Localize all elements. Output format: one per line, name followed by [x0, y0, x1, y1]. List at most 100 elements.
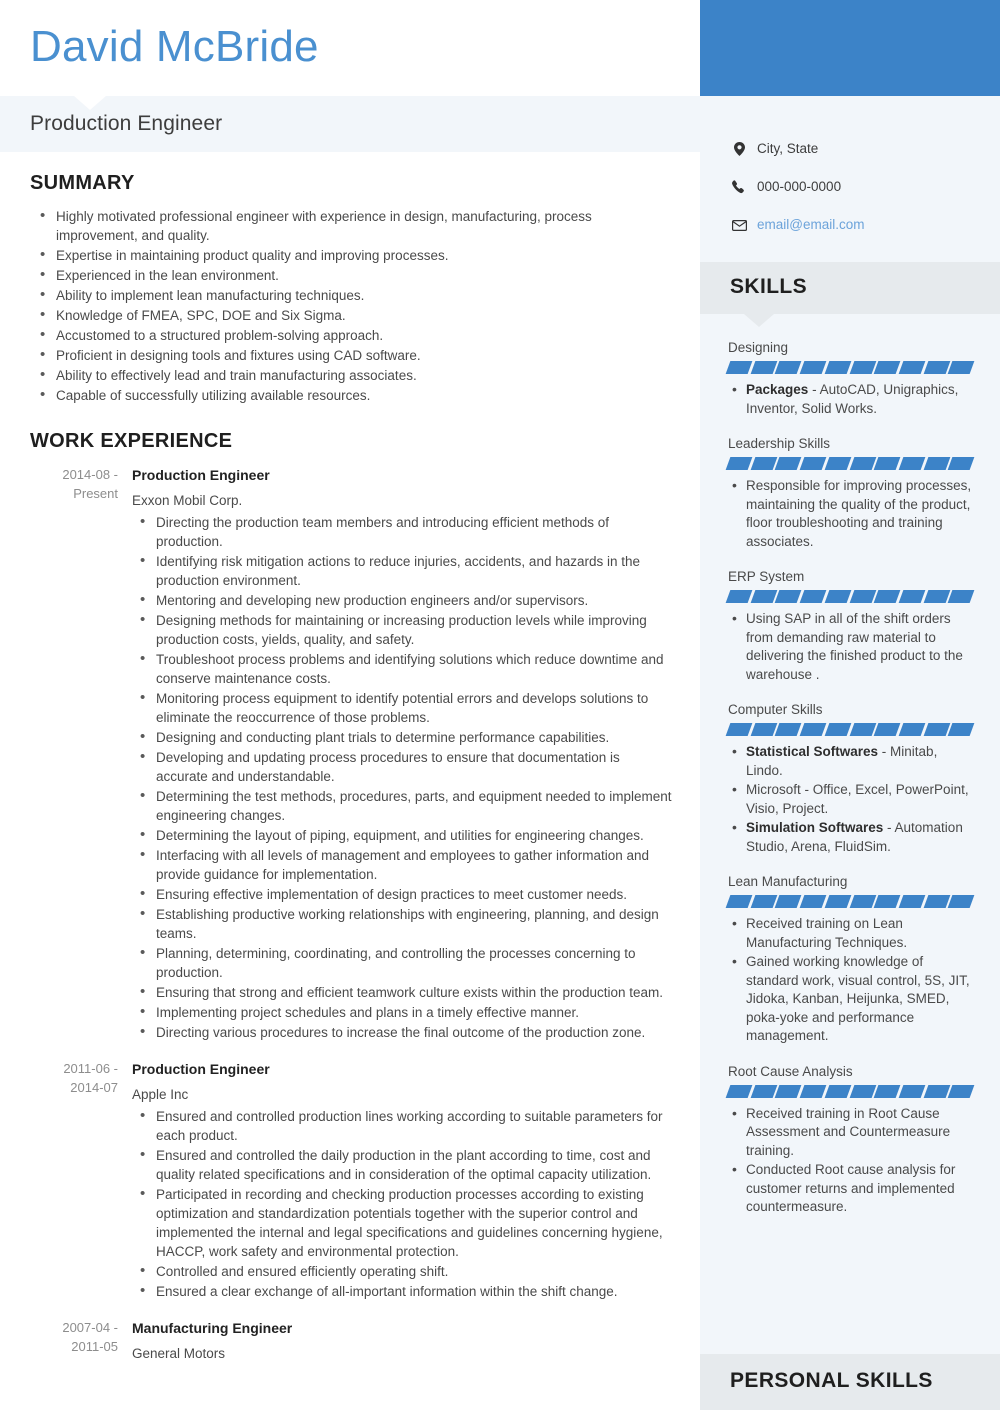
work-entry-bullet: Participated in recording and checking p… — [132, 1184, 675, 1261]
work-entry-bullet: Mentoring and developing new production … — [132, 590, 675, 610]
work-entry-body: Production Engineer Apple Inc Ensured and … — [132, 1059, 675, 1302]
envelope-icon — [730, 217, 748, 233]
work-entry-role: Manufacturing Engineer — [132, 1320, 293, 1336]
skill-item: Conducted Root cause analysis for custom… — [732, 1160, 972, 1217]
skills-band: SKILLS — [700, 262, 1000, 327]
skill-meter-segment — [947, 895, 975, 908]
skill-group-label: Leadership Skills — [728, 436, 831, 451]
work-entry-bullet: Implementing project schedules and plans… — [132, 1002, 675, 1022]
skill-meter-segment — [750, 457, 777, 470]
skill-item: Simulation Softwares - Automation Studio… — [732, 818, 972, 856]
job-title-band: Production Engineer — [0, 96, 700, 152]
skill-meter-segment — [725, 457, 753, 470]
skill-meter-segment — [725, 1084, 753, 1098]
skill-meter-segment — [725, 590, 753, 603]
skill-meter-segment — [947, 1084, 975, 1098]
skill-meter-segment — [775, 1084, 802, 1098]
summary-section: SUMMARY Highly motivated professional en… — [30, 172, 675, 406]
work-entry-organization: General Motors — [132, 1346, 226, 1361]
skill-meter-segment — [873, 590, 901, 603]
personal-skills-heading: PERSONAL SKILLS — [730, 1369, 933, 1392]
work-entry-dates: 2007-04 - 2011-05 — [62, 1320, 118, 1354]
contact-text: 000-000-0000 — [757, 179, 842, 194]
summary-heading: SUMMARY — [30, 172, 135, 194]
summary-item: Ability to effectively lead and train ma… — [30, 365, 675, 385]
skill-meter-segment — [947, 723, 975, 736]
skill-group-label: Computer Skills — [728, 702, 823, 717]
work-entry-bullets: Directing the production team members an… — [132, 512, 675, 1042]
work-entry-bullet: Interfacing with all levels of managemen… — [132, 845, 675, 884]
work-experience-heading: WORK EXPERIENCE — [30, 430, 233, 452]
skill-item-list: Received training in Root Cause Assessme… — [728, 1104, 972, 1217]
skill-meter-segment — [923, 457, 950, 470]
skill-group-label: Lean Manufacturing — [728, 874, 848, 889]
work-entry-bullet: Troubleshoot process problems and identi… — [132, 649, 675, 688]
skill-meter-segment — [898, 457, 925, 470]
skill-level-meter — [725, 1084, 975, 1098]
summary-item: Ability to implement lean manufacturing … — [30, 285, 675, 305]
skill-meter-segment — [799, 590, 827, 603]
skill-meter-segment — [947, 361, 975, 374]
skill-level-meter — [725, 895, 975, 908]
skill-meter-segment — [750, 1084, 777, 1098]
skill-meter-segment — [923, 895, 950, 908]
contact-text: City, State — [757, 141, 819, 156]
work-entry-bullet: Designing methods for maintaining or inc… — [132, 610, 675, 649]
summary-item: Highly motivated professional engineer w… — [30, 206, 675, 245]
work-entry-dates: 2014-08 - Present — [62, 467, 118, 501]
work-entry-bullet: Planning, determining, coordinating, and… — [132, 943, 675, 982]
skill-group: Leadership Skills Responsible for improvi… — [700, 434, 1000, 551]
skill-item: Statistical Softwares - Minitab, Lindo. — [732, 742, 972, 780]
summary-list: Highly motivated professional engineer w… — [30, 206, 675, 405]
skill-meter-segment — [873, 457, 901, 470]
skill-meter-segment — [824, 723, 851, 736]
skill-meter-segment — [824, 590, 851, 603]
skill-meter-segment — [947, 457, 975, 470]
skill-group-label: Designing — [728, 340, 789, 355]
skill-meter-segment — [849, 361, 876, 374]
skill-meter-segment — [775, 895, 802, 908]
skill-meter-segment — [849, 895, 876, 908]
skill-item-list: Statistical Softwares - Minitab, Lindo.M… — [728, 742, 972, 856]
work-entry-bullet: Ensured and controlled the daily product… — [132, 1145, 675, 1184]
work-entry-list: 2014-08 - Present Production Engineer Exxo… — [30, 465, 675, 1366]
work-entry: 2011-06 - 2014-07 Production Engineer Appl… — [30, 1059, 675, 1302]
summary-item: Proficient in designing tools and fixtur… — [30, 345, 675, 365]
skill-meter-segment — [799, 457, 827, 470]
skill-meter-segment — [824, 457, 851, 470]
page-title: David McBride — [30, 22, 319, 71]
contact-text[interactable]: email@email.com — [757, 217, 864, 233]
skill-item: Responsible for improving processes, mai… — [732, 476, 972, 551]
skill-item: Packages - AutoCAD, Unigraphics, Invento… — [732, 380, 972, 418]
skill-meter-segment — [873, 1084, 901, 1098]
resume-page: David McBride Production Engineer SUMMAR… — [0, 0, 1000, 1410]
skill-meter-segment — [898, 723, 925, 736]
contact-list: City, State 000-000-0000 email@email.com — [700, 130, 1000, 244]
work-entry-organization: Apple Inc — [132, 1087, 189, 1102]
work-entry-bullet: Ensuring effective implementation of des… — [132, 884, 675, 904]
skill-meter-segment — [799, 361, 827, 374]
skill-level-meter — [725, 590, 975, 603]
skill-item: Received training on Lean Manufacturing … — [732, 914, 972, 952]
summary-item: Accustomed to a structured problem-solvi… — [30, 325, 675, 345]
skill-item: Microsoft - Office, Excel, PowerPoint, V… — [732, 780, 972, 818]
skill-meter-segment — [947, 590, 975, 603]
skill-meter-segment — [849, 590, 876, 603]
skill-meter-segment — [923, 361, 950, 374]
main-column: David McBride Production Engineer SUMMAR… — [0, 0, 700, 1410]
work-entry-role: Production Engineer — [132, 467, 270, 483]
contact-row[interactable]: email@email.com — [700, 206, 1000, 244]
notch-triangle-icon — [744, 314, 774, 327]
skill-meter-segment — [750, 723, 777, 736]
contact-row: City, State — [700, 130, 1000, 168]
skill-meter-segment — [898, 1084, 925, 1098]
skill-meter-segment — [775, 723, 802, 736]
skill-meter-segment — [923, 723, 950, 736]
location-pin-icon — [730, 141, 748, 157]
skill-meter-segment — [775, 457, 802, 470]
sidebar-accent-header — [700, 0, 1000, 96]
skill-meter-segment — [775, 590, 802, 603]
skill-meter-segment — [923, 590, 950, 603]
work-entry-bullet: Ensuring that strong and efficient teamw… — [132, 982, 675, 1002]
skill-meter-segment — [824, 895, 851, 908]
